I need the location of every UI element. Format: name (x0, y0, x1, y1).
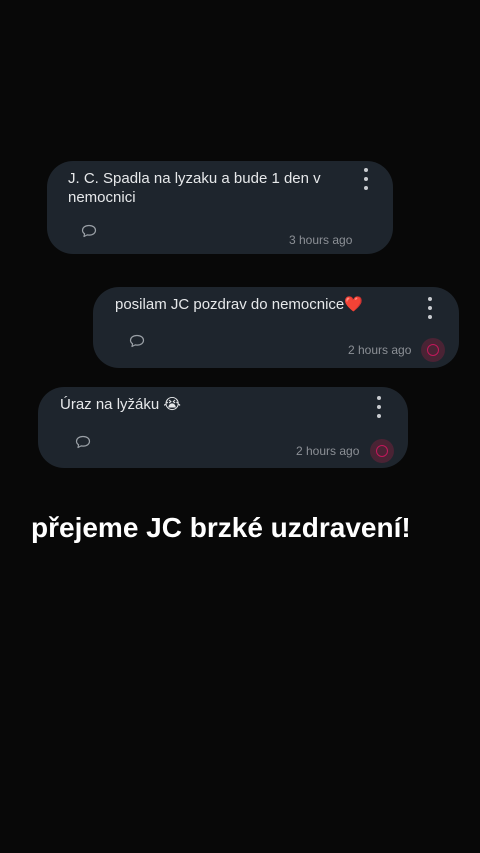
reaction-icon[interactable] (370, 439, 394, 463)
post-card[interactable]: Úraz na lyžáku 😭 2 hours ago (38, 387, 408, 468)
post-card[interactable]: J. C. Spadla na lyzaku a bude 1 den v ne… (47, 161, 393, 254)
reaction-icon[interactable] (421, 338, 445, 362)
more-options-icon[interactable] (423, 297, 437, 319)
post-card[interactable]: posilam JC pozdrav do nemocnice❤️ 2 hour… (93, 287, 459, 368)
comment-icon[interactable] (81, 224, 97, 238)
timestamp: 3 hours ago (289, 233, 353, 247)
more-options-icon[interactable] (359, 168, 373, 190)
post-text: Úraz na lyžáku 😭 (60, 396, 181, 413)
more-options-icon[interactable] (372, 396, 386, 418)
comment-icon[interactable] (75, 435, 91, 449)
timestamp: 2 hours ago (296, 444, 360, 458)
story-caption: přejeme JC brzké uzdravení! (31, 512, 411, 543)
post-text: posilam JC pozdrav do nemocnice❤️ (115, 296, 363, 313)
timestamp: 2 hours ago (348, 343, 412, 357)
post-text: J. C. Spadla na lyzaku a bude 1 den v ne… (68, 170, 321, 206)
comment-icon[interactable] (129, 334, 145, 348)
